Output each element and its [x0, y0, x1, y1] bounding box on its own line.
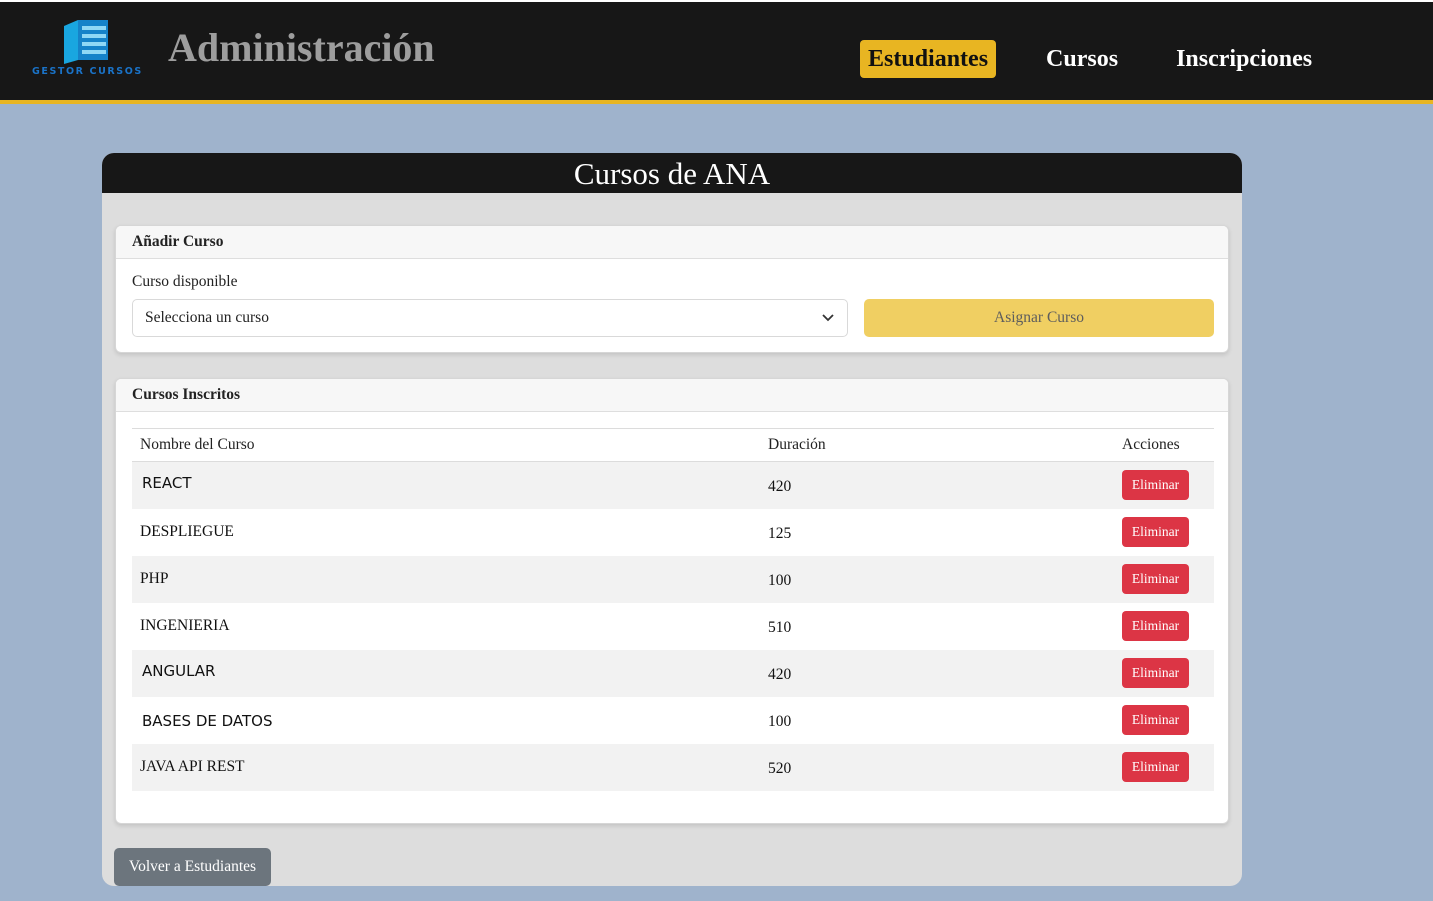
assign-course-button[interactable]: Asignar Curso: [864, 299, 1214, 337]
course-duration: 100: [768, 713, 792, 730]
course-select[interactable]: Selecciona un curso: [132, 299, 848, 337]
column-header-actions: Acciones: [1122, 436, 1180, 453]
column-header-duration: Duración: [768, 436, 826, 453]
course-name: PHP: [140, 570, 169, 587]
app-logo[interactable]: GESTOR CURSOS: [30, 14, 143, 78]
table-row: INGENIERIA 510 Eliminar: [132, 603, 1214, 650]
delete-button[interactable]: Eliminar: [1122, 752, 1189, 782]
course-name: ANGULAR: [142, 662, 216, 680]
course-duration: 510: [768, 619, 792, 636]
column-header-name: Nombre del Curso: [140, 436, 255, 453]
panel-title: Cursos de ANA: [102, 153, 1242, 193]
back-to-students-button[interactable]: Volver a Estudiantes: [114, 848, 271, 886]
table-header: Nombre del Curso Duración Acciones: [132, 429, 1214, 462]
table-row: JAVA API REST 520 Eliminar: [132, 744, 1214, 791]
course-select-value: Selecciona un curso: [145, 309, 269, 326]
add-course-heading: Añadir Curso: [116, 226, 1228, 259]
table-body: REACT 420 Eliminar DESPLIEGUE 125 Elimin…: [132, 462, 1214, 791]
nav-cursos[interactable]: Cursos: [1038, 40, 1126, 78]
nav-inscripciones[interactable]: Inscripciones: [1168, 40, 1320, 78]
enrolled-courses-card: Cursos Inscritos Nombre del Curso Duraci…: [115, 378, 1229, 824]
logo-text: GESTOR CURSOS: [32, 66, 143, 77]
course-name: INGENIERIA: [140, 617, 230, 634]
delete-button[interactable]: Eliminar: [1122, 705, 1189, 735]
table-row: ANGULAR 420 Eliminar: [132, 650, 1214, 697]
course-name: BASES DE DATOS: [142, 712, 273, 730]
delete-button[interactable]: Eliminar: [1122, 611, 1189, 641]
course-duration: 125: [768, 525, 792, 542]
table-row: BASES DE DATOS 100 Eliminar: [132, 697, 1214, 744]
table-row: PHP 100 Eliminar: [132, 556, 1214, 603]
chevron-down-icon: [822, 314, 834, 322]
delete-button[interactable]: Eliminar: [1122, 470, 1189, 500]
table-row: REACT 420 Eliminar: [132, 462, 1214, 509]
delete-button[interactable]: Eliminar: [1122, 564, 1189, 594]
delete-button[interactable]: Eliminar: [1122, 658, 1189, 688]
top-navbar: GESTOR CURSOS Administración Estudiantes…: [0, 0, 1433, 104]
add-course-card: Añadir Curso Curso disponible Selecciona…: [115, 225, 1229, 353]
course-select-label: Curso disponible: [132, 273, 238, 290]
page-title: Administración: [168, 25, 435, 70]
course-duration: 420: [768, 478, 792, 495]
delete-button[interactable]: Eliminar: [1122, 517, 1189, 547]
enrolled-courses-heading: Cursos Inscritos: [116, 379, 1228, 412]
course-name: REACT: [142, 474, 192, 492]
course-duration: 420: [768, 666, 792, 683]
enrolled-courses-table: Nombre del Curso Duración Acciones REACT…: [132, 428, 1214, 791]
table-row: DESPLIEGUE 125 Eliminar: [132, 509, 1214, 556]
main-nav: Estudiantes Cursos Inscripciones: [860, 40, 1320, 78]
course-name: DESPLIEGUE: [140, 523, 234, 540]
books-logo-icon: [64, 20, 108, 64]
nav-estudiantes[interactable]: Estudiantes: [860, 40, 997, 78]
student-courses-panel: Cursos de ANA Añadir Curso Curso disponi…: [102, 153, 1242, 886]
course-duration: 520: [768, 760, 792, 777]
course-name: JAVA API REST: [140, 758, 245, 775]
course-duration: 100: [768, 572, 792, 589]
